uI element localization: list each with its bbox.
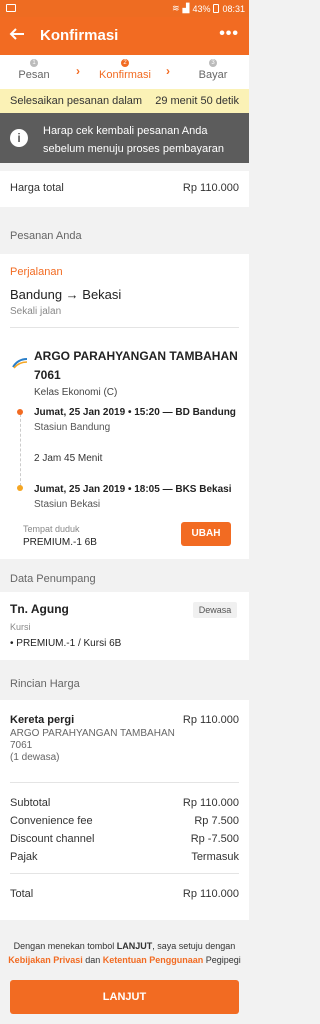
step-pesan: 1 Pesan (14, 59, 54, 81)
train-icon (12, 356, 28, 369)
departure-time: Jumat, 25 Jan 2019 • 15:20 — BD Bandung (34, 407, 236, 418)
arrival-dot (17, 485, 23, 491)
total-label-bottom: Total (10, 888, 34, 900)
continue-button[interactable]: LANJUT (10, 980, 239, 1014)
notice-line: sebelum menuju proses pembayaran (43, 143, 224, 155)
timeline-line (20, 414, 21, 486)
status-right: ≋ ▟ 43% 08:31 (172, 3, 245, 14)
step-dot: 3 (209, 59, 217, 67)
info-icon: i (10, 129, 28, 147)
passenger-seat-value: • PREMIUM.-1 / Kursi 6B (10, 638, 122, 649)
tax-value: Termasuk (191, 851, 239, 863)
total-summary: Harga total Rp 110.000 (0, 171, 249, 207)
battery-percent: 43% (192, 3, 211, 14)
notice-line: Harap cek kembali pesanan Anda (43, 125, 208, 137)
checkout-stepper: 1 Pesan › 2 Konfirmasi › 3 Bayar (0, 55, 249, 89)
terms-text: Dengan menekan tombol LANJUT, saya setuj… (8, 939, 241, 967)
terms-button-ref: LANJUT (116, 941, 153, 951)
train-name: ARGO PARAHYANGAN TAMBAHAN 7061 (34, 347, 238, 385)
change-seat-button[interactable]: UBAH (181, 522, 231, 546)
clock: 08:31 (222, 3, 245, 14)
total-label: Harga total (10, 182, 64, 194)
image-notification-icon (6, 4, 16, 12)
total-value-bottom: Rp 110.000 (182, 888, 239, 900)
price-item-desc: ARGO PARAHYANGAN TAMBAHAN 7061 (1 dewasa… (10, 728, 175, 764)
section-title-order: Pesanan Anda (10, 230, 82, 242)
notice-text: Harap cek kembali pesanan Anda sebelum m… (43, 122, 224, 158)
terms-fragment: , saya setuju dengan (152, 941, 236, 951)
seat-label: Tempat duduk (23, 524, 80, 534)
terms-fragment: Dengan menekan tombol (13, 941, 117, 951)
step-bayar: 3 Bayar (193, 59, 233, 81)
step-label: Konfirmasi (99, 69, 151, 81)
step-dot: 1 (30, 59, 38, 67)
arrow-left-icon[interactable] (8, 25, 28, 45)
discount-value: Rp -7.500 (190, 833, 239, 845)
route: Bandung → Bekasi (10, 287, 122, 302)
chevron-right-icon: › (76, 64, 80, 78)
arrival-station: Stasiun Bekasi (34, 499, 101, 510)
departure-dot (17, 409, 23, 415)
price-item-desc-line: ARGO PARAHYANGAN TAMBAHAN (10, 728, 175, 739)
passenger-type-badge: Dewasa (193, 602, 237, 618)
passenger-name: Tn. Agung (10, 602, 69, 616)
price-item-value: Rp 110.000 (182, 714, 239, 726)
section-title-price: Rincian Harga (10, 678, 80, 690)
divider (10, 782, 239, 783)
status-bar: ≋ ▟ 43% 08:31 (0, 0, 249, 17)
train-name-line: 7061 (34, 368, 61, 382)
timer-label: Selesaikan pesanan dalam (10, 95, 143, 107)
step-label: Pesan (18, 69, 50, 81)
signal-icon: ▟ (182, 3, 190, 13)
passenger-seat-label: Kursi (10, 622, 31, 632)
step-label: Bayar (198, 69, 228, 81)
timer-banner: Selesaikan pesanan dalam 29 menit 50 det… (0, 89, 249, 113)
terms-of-use-link[interactable]: Ketentuan Penggunaan (103, 955, 204, 965)
train-name-line: ARGO PARAHYANGAN TAMBAHAN (34, 349, 238, 363)
chevron-right-icon: › (166, 64, 170, 78)
subtotal-label: Subtotal (10, 797, 51, 809)
price-item-desc-line: (1 dewasa) (10, 752, 60, 763)
wifi-icon: ≋ (171, 3, 180, 13)
terms-fragment: Pegipegi (203, 955, 241, 965)
privacy-policy-link[interactable]: Kebijakan Privasi (8, 955, 83, 965)
more-dots-icon[interactable]: ••• (219, 25, 239, 43)
fee-label: Convenience fee (10, 815, 93, 827)
step-dot: 2 (121, 59, 129, 67)
train-class: Kelas Ekonomi (C) (34, 387, 118, 398)
tax-label: Pajak (10, 851, 38, 863)
review-notice: i Harap cek kembali pesanan Anda sebelum… (0, 113, 249, 163)
battery-icon (213, 4, 220, 13)
section-title-passenger: Data Penumpang (10, 573, 96, 585)
total-value: Rp 110.000 (182, 182, 239, 194)
step-konfirmasi: 2 Konfirmasi (94, 59, 156, 81)
divider (10, 327, 239, 328)
terms-fragment: dan (82, 955, 103, 965)
duration: 2 Jam 45 Menit (34, 453, 103, 464)
price-item-desc-line: 7061 (10, 740, 33, 751)
discount-label: Discount channel (10, 833, 95, 845)
trip-type: Sekali jalan (10, 306, 62, 317)
divider (10, 873, 239, 874)
seat-value: PREMIUM.-1 6B (23, 537, 97, 548)
page-title: Konfirmasi (40, 27, 119, 44)
fee-value: Rp 7.500 (194, 815, 239, 827)
departure-station: Stasiun Bandung (34, 422, 111, 433)
subtotal-value: Rp 110.000 (182, 797, 239, 809)
app-bar: Konfirmasi ••• (0, 17, 249, 55)
arrival-time: Jumat, 25 Jan 2019 • 18:05 — BKS Bekasi (34, 484, 232, 495)
price-item-label: Kereta pergi (10, 714, 75, 726)
trip-label: Perjalanan (10, 266, 63, 278)
timer-value: 29 menit 50 detik (155, 95, 239, 107)
